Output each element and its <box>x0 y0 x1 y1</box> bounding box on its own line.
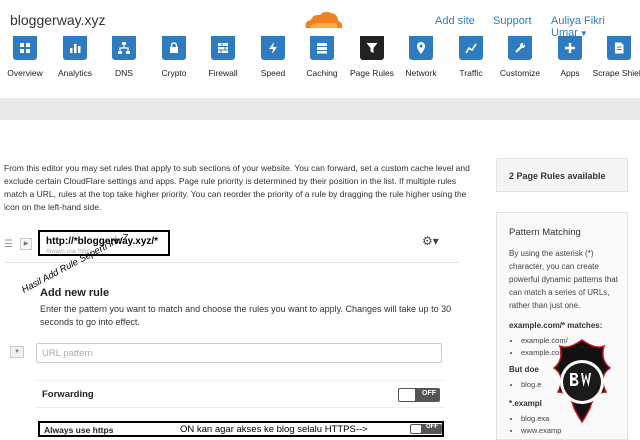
tab-label: Scrape Shield <box>592 68 640 78</box>
lock-icon <box>162 36 186 60</box>
tab-page-rules[interactable]: Page Rules <box>347 36 397 94</box>
document-icon <box>607 36 631 60</box>
tab-dns[interactable]: DNS <box>99 36 149 94</box>
add-rule-help: Enter the pattern you want to match and … <box>40 304 452 327</box>
overview-icon <box>13 36 37 60</box>
toggle-state: OFF <box>426 424 438 430</box>
https-annotation: ON kan agar akses ke blog selalu HTTPS--… <box>180 424 368 435</box>
tab-network[interactable]: Network <box>396 36 446 94</box>
add-new-rule-heading: Add new rule <box>40 287 110 299</box>
tab-caching[interactable]: Caching <box>297 36 347 94</box>
list-item: blog.e <box>521 379 541 391</box>
toggle-knob <box>399 389 415 401</box>
rules-available-text: 2 Page Rules available <box>509 171 606 181</box>
bw-watermark-logo <box>552 339 612 424</box>
support-link[interactable]: Support <box>493 15 532 27</box>
add-site-link[interactable]: Add site <box>435 15 475 27</box>
tab-overview[interactable]: Overview <box>0 36 50 94</box>
pattern-matching-description: By using the asterisk (*) character, you… <box>509 249 618 310</box>
toggle-state: OFF <box>422 390 436 397</box>
location-pin-icon <box>409 36 433 60</box>
analytics-icon <box>63 36 87 60</box>
top-bar: bloggerway.xyz Add site Support Auliya F… <box>0 0 640 40</box>
wrench-icon <box>508 36 532 60</box>
page-rules-intro: From this editor you may set rules that … <box>4 163 470 212</box>
lightning-icon <box>261 36 285 60</box>
cloudflare-logo[interactable] <box>300 8 344 32</box>
site-name[interactable]: bloggerway.xyz <box>10 12 105 28</box>
feature-tab-bar: Overview Analytics DNS Crypto Firewall S… <box>0 36 640 94</box>
rules-available-panel: 2 Page Rules available <box>496 158 628 192</box>
tab-crypto[interactable]: Crypto <box>149 36 199 94</box>
rule-expand-dropdown[interactable]: ▼ <box>10 346 24 358</box>
example-list: blog.e <box>513 379 541 391</box>
gear-icon[interactable]: ⚙▾ <box>422 234 439 248</box>
always-https-row: Always use https ON kan agar akses ke bl… <box>38 421 444 437</box>
url-pattern-input[interactable]: URL pattern <box>36 343 442 363</box>
tab-speed[interactable]: Speed <box>248 36 298 94</box>
caching-icon <box>310 36 334 60</box>
firewall-icon <box>211 36 235 60</box>
pattern-matching-title: Pattern Matching <box>509 227 581 238</box>
example-heading: example.com/* matches: <box>509 321 603 330</box>
forwarding-row: Forwarding OFF <box>36 380 444 408</box>
toggle-knob <box>411 425 421 433</box>
always-https-label: Always use https <box>44 425 114 435</box>
tab-analytics[interactable]: Analytics <box>50 36 100 94</box>
filter-icon <box>360 36 384 60</box>
always-https-toggle[interactable]: OFF <box>410 424 442 434</box>
forwarding-toggle[interactable]: OFF <box>398 388 440 402</box>
tab-customize[interactable]: Customize <box>495 36 545 94</box>
tab-scrape-shield[interactable]: Scrape Shield <box>593 36 640 94</box>
tab-traffic[interactable]: Traffic <box>446 36 496 94</box>
example-heading: But doe <box>509 365 539 374</box>
example-heading: *.exampl <box>509 399 542 408</box>
expand-rule-button[interactable]: ▶ <box>20 238 32 250</box>
header-band <box>0 98 640 120</box>
plus-icon <box>558 36 582 60</box>
dns-icon <box>112 36 136 60</box>
list-item: www.examp <box>521 425 561 437</box>
tab-firewall[interactable]: Firewall <box>198 36 248 94</box>
forwarding-label: Forwarding <box>42 389 94 400</box>
traffic-icon <box>459 36 483 60</box>
tab-apps[interactable]: Apps <box>545 36 595 94</box>
drag-handle-icon[interactable]: ☰ <box>4 239 13 250</box>
